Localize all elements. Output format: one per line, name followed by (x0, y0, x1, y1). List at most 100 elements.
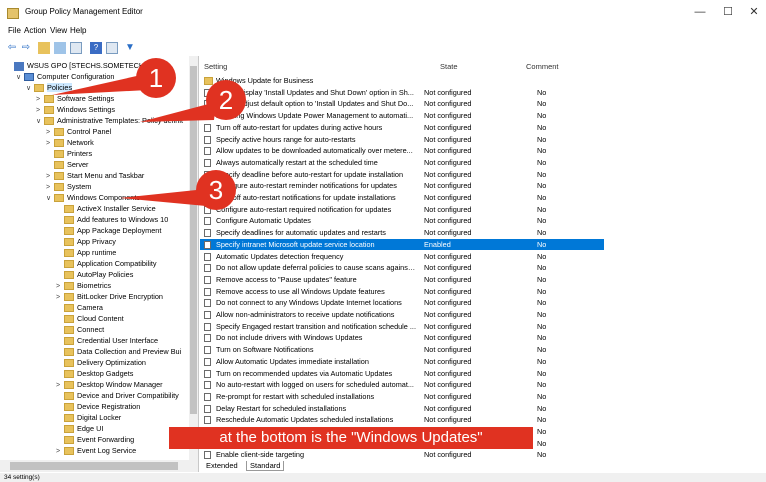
policy-row[interactable]: Reschedule Automatic Updates scheduled i… (200, 414, 604, 426)
chevron-right-icon[interactable]: > (56, 446, 64, 457)
tree-node[interactable]: Camera (56, 302, 103, 313)
tree-node[interactable]: > Control Panel (46, 126, 111, 137)
tree-hscroll-thumb[interactable] (10, 462, 178, 470)
tree-node[interactable]: > Start Menu and Taskbar (46, 170, 144, 181)
export-icon[interactable] (70, 42, 82, 54)
column-state[interactable]: State (440, 62, 458, 71)
policy-comment: No (537, 403, 547, 413)
tree-node[interactable]: > Desktop Window Manager (56, 379, 163, 390)
menu-help[interactable]: Help (70, 26, 86, 35)
policy-row[interactable]: Specify active hours range for auto-rest… (200, 134, 604, 146)
tree-node[interactable]: ∨ Windows Components (46, 192, 140, 203)
chevron-down-icon[interactable]: ∨ (16, 72, 24, 83)
tree-node[interactable]: ActiveX Installer Service (56, 203, 156, 214)
policy-comment: No (537, 239, 547, 249)
policy-row[interactable]: Remove access to "Pause updates" feature… (200, 274, 604, 286)
chevron-down-icon[interactable]: ∨ (26, 83, 34, 94)
tree-node[interactable]: Printers (46, 148, 92, 159)
folder-icon (54, 150, 64, 159)
policy-row[interactable]: Specify deadlines for automatic updates … (200, 227, 604, 239)
policy-row[interactable]: Turn off auto-restart notifications for … (200, 192, 604, 204)
tree-node[interactable]: AutoPlay Policies (56, 269, 133, 280)
minimize-button[interactable]: — (690, 4, 710, 20)
tree-node[interactable]: > System (46, 181, 91, 192)
maximize-button[interactable]: ☐ (718, 4, 738, 20)
tree-node[interactable]: Device and Driver Compatibility (56, 390, 179, 401)
tree-node[interactable]: Delivery Optimization (56, 357, 146, 368)
menu-action[interactable]: Action (24, 26, 46, 35)
policy-row[interactable]: Re-prompt for restart with scheduled ins… (200, 391, 604, 403)
menu-file[interactable]: File (8, 26, 21, 35)
list-folder-row[interactable]: Windows Update for Business (200, 75, 604, 87)
policy-row[interactable]: Do not display 'Install Updates and Shut… (200, 87, 604, 99)
properties-icon[interactable] (106, 42, 118, 54)
policy-row[interactable]: Configure Automatic Updates Not configure… (200, 215, 604, 227)
tree-node[interactable]: Device Registration (56, 401, 140, 412)
policy-row[interactable]: Configure auto-restart reminder notifica… (200, 180, 604, 192)
console-tree[interactable]: WSUS GPO [STECHS.SOMETECH.LO ∨ Computer Co… (0, 56, 199, 472)
policy-row[interactable]: Specify intranet Microsoft update servic… (200, 238, 604, 251)
tree-node[interactable]: App Package Deployment (56, 225, 161, 236)
policy-row[interactable]: Allow non-administrators to receive upda… (200, 309, 604, 321)
policy-row[interactable]: Allow Automatic Updates immediate instal… (200, 356, 604, 368)
tree-node[interactable]: Digital Locker (56, 412, 121, 423)
tree-node[interactable]: > Network (46, 137, 94, 148)
tree-node[interactable]: ∨ Policies (26, 82, 73, 94)
tree-node[interactable]: Add features to Windows 10 (56, 214, 168, 225)
tree-node[interactable]: Edge UI (56, 423, 103, 434)
tree-node[interactable]: Data Collection and Preview Bui (56, 346, 181, 357)
menu-view[interactable]: View (50, 26, 67, 35)
forward-icon[interactable]: ⇨ (20, 42, 32, 54)
tree-node[interactable]: App Privacy (56, 236, 116, 247)
tree-node[interactable]: Application Compatibility (56, 258, 157, 269)
policy-row[interactable]: Do not include drivers with Windows Upda… (200, 332, 604, 344)
tree-scroll-thumb[interactable] (190, 66, 197, 414)
tab-standard[interactable]: Standard (246, 461, 285, 471)
policy-setting-icon (204, 357, 211, 366)
policy-comment: No (537, 193, 547, 202)
tree-node[interactable]: Cloud Content (56, 313, 124, 324)
policy-row[interactable]: Do not adjust default option to 'Install… (200, 98, 604, 110)
tree-node[interactable]: Server (46, 159, 89, 170)
tree-node[interactable]: > BitLocker Drive Encryption (56, 291, 163, 302)
tab-extended[interactable]: Extended (206, 461, 238, 470)
policy-row[interactable]: Enabling Windows Update Power Management… (200, 110, 604, 122)
column-setting[interactable]: Setting (204, 62, 227, 71)
up-folder-icon[interactable] (38, 42, 50, 54)
policy-row[interactable]: Do not connect to any Windows Update Int… (200, 297, 604, 309)
back-icon[interactable]: ⇦ (6, 42, 18, 54)
policy-row[interactable]: Do not allow update deferral policies to… (200, 262, 604, 274)
policy-row[interactable]: Turn on recommended updates via Automati… (200, 368, 604, 380)
tree-node[interactable]: > Software Settings (36, 93, 114, 104)
tree-node[interactable]: App runtime (56, 247, 116, 258)
policy-row[interactable]: Configure auto-restart required notifica… (200, 204, 604, 216)
chevron-down-icon[interactable]: ∨ (36, 116, 44, 127)
policy-row[interactable]: Remove access to use all Windows Update … (200, 286, 604, 298)
policy-row[interactable]: Turn off auto-restart for updates during… (200, 122, 604, 134)
policy-row[interactable]: Automatic Updates detection frequency Not… (200, 251, 604, 263)
tree-node[interactable]: > Windows Settings (36, 104, 115, 115)
tree-node[interactable]: > Biometrics (56, 280, 111, 291)
tree-node[interactable]: Credential User Interface (56, 335, 158, 346)
policy-row[interactable]: Allow updates to be downloaded automatic… (200, 145, 604, 157)
policy-row[interactable]: Always automatically restart at the sche… (200, 157, 604, 169)
folder-icon (34, 84, 44, 93)
tree-node[interactable]: > Event Log Service (56, 445, 136, 456)
policy-row[interactable]: Specify deadline before auto-restart for… (200, 169, 604, 181)
help-icon[interactable]: ? (90, 42, 102, 54)
tree-node[interactable]: WSUS GPO [STECHS.SOMETECH.LO (6, 60, 156, 71)
show-hide-tree-icon[interactable] (54, 42, 66, 54)
tree-node[interactable]: ∨ Computer Configuration (16, 71, 114, 82)
tree-node[interactable]: Event Forwarding (56, 434, 134, 445)
column-comment[interactable]: Comment (526, 62, 559, 71)
chevron-down-icon[interactable]: ∨ (46, 193, 54, 204)
policy-row[interactable]: Specify Engaged restart transition and n… (200, 321, 604, 333)
tree-node[interactable]: Connect (56, 324, 104, 335)
policy-row[interactable]: No auto-restart with logged on users for… (200, 379, 604, 391)
tree-node[interactable]: Desktop Gadgets (56, 368, 133, 379)
tree-node[interactable]: ∨ Administrative Templates: Policy defini… (36, 115, 183, 126)
policy-row[interactable]: Turn on Software Notifications Not config… (200, 344, 604, 356)
close-button[interactable]: ✕ (744, 4, 764, 20)
filter-icon[interactable]: ▼ (124, 42, 136, 54)
policy-row[interactable]: Delay Restart for scheduled installation… (200, 403, 604, 415)
